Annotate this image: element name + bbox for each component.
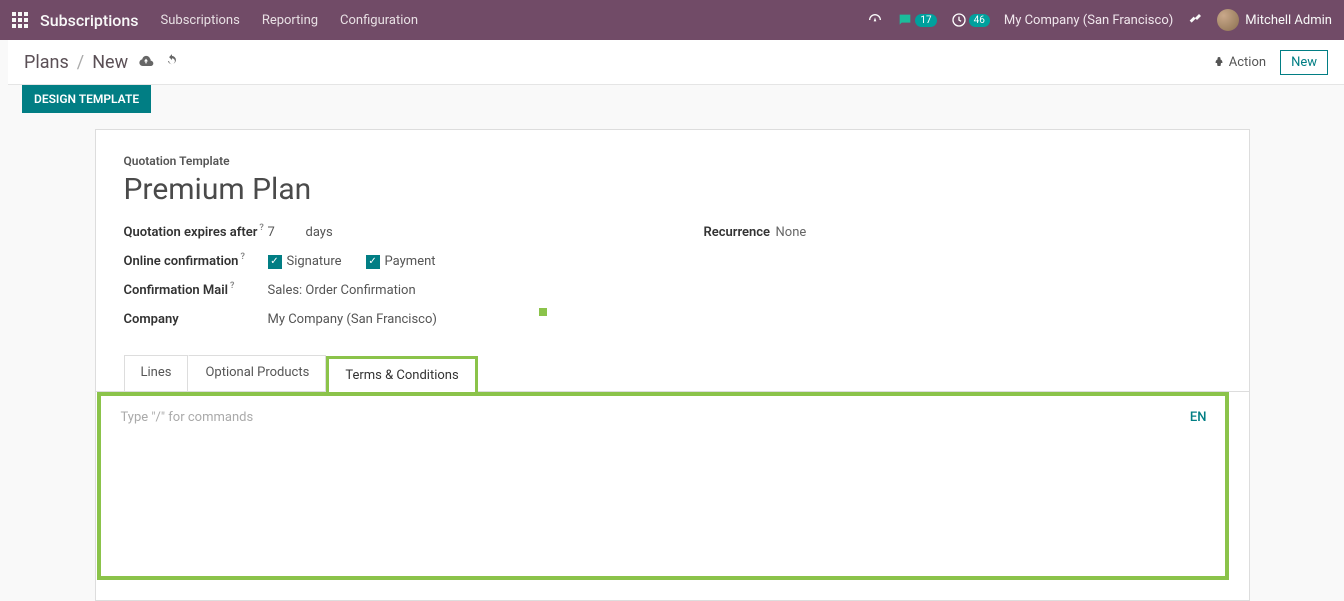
tab-optional-products[interactable]: Optional Products	[188, 355, 326, 391]
conf-mail-value[interactable]: Sales: Order Confirmation	[268, 283, 416, 298]
tab-terms-conditions[interactable]: Terms & Conditions	[326, 356, 477, 392]
avatar	[1217, 9, 1239, 31]
app-title[interactable]: Subscriptions	[40, 11, 139, 30]
breadcrumb-sep: /	[77, 52, 84, 73]
user-menu[interactable]: Mitchell Admin	[1217, 9, 1332, 31]
action-label: Action	[1229, 55, 1266, 70]
breadcrumb-current: New	[92, 52, 128, 73]
activities-icon[interactable]: 46	[951, 12, 990, 28]
nav-subscriptions[interactable]: Subscriptions	[161, 13, 240, 28]
breadcrumb: Plans / New	[24, 52, 128, 73]
payment-label: Payment	[385, 254, 436, 269]
payment-checkbox[interactable]: ✓	[366, 255, 380, 269]
messages-icon[interactable]: 17	[897, 12, 936, 28]
quotation-template-label: Quotation Template	[124, 154, 1221, 168]
cloud-save-icon[interactable]	[138, 53, 154, 71]
tabs: Lines Optional Products Terms & Conditio…	[96, 355, 1249, 392]
action-menu[interactable]: Action	[1213, 55, 1266, 70]
apps-grid-icon[interactable]	[12, 12, 28, 28]
expires-value[interactable]: 7	[268, 225, 296, 240]
company-label: Company	[124, 312, 268, 327]
expires-unit: days	[306, 225, 333, 240]
form-sheet: Quotation Template Premium Plan Quotatio…	[95, 129, 1250, 601]
company-selector[interactable]: My Company (San Francisco)	[1004, 13, 1173, 28]
nav-reporting[interactable]: Reporting	[262, 13, 318, 28]
signature-checkbox[interactable]: ✓	[268, 255, 282, 269]
recurrence-label: Recurrence	[704, 225, 776, 240]
tray-speed-icon[interactable]	[867, 12, 883, 28]
recurrence-value[interactable]: None	[776, 225, 807, 240]
online-conf-label: Online confirmation?	[124, 254, 268, 269]
tab-lines[interactable]: Lines	[124, 355, 189, 391]
lang-badge[interactable]: EN	[1190, 410, 1207, 425]
messages-count: 17	[915, 14, 936, 27]
company-value[interactable]: My Company (San Francisco)	[268, 312, 437, 327]
activities-count: 46	[969, 14, 990, 27]
conf-mail-label: Confirmation Mail?	[124, 283, 268, 298]
signature-label: Signature	[287, 254, 342, 269]
nav-configuration[interactable]: Configuration	[340, 13, 418, 28]
editor-placeholder: Type "/" for commands	[121, 410, 1205, 425]
highlight-dot	[539, 308, 547, 316]
tools-icon[interactable]	[1187, 12, 1203, 28]
plan-title[interactable]: Premium Plan	[124, 172, 1221, 207]
design-template-button[interactable]: DESIGN TEMPLATE	[22, 85, 151, 113]
user-name: Mitchell Admin	[1245, 13, 1332, 28]
discard-icon[interactable]	[164, 53, 180, 71]
breadcrumb-plans[interactable]: Plans	[24, 52, 69, 73]
new-button[interactable]: New	[1280, 50, 1328, 75]
terms-editor[interactable]: Type "/" for commands EN	[97, 392, 1229, 580]
expires-label: Quotation expires after?	[124, 225, 268, 240]
